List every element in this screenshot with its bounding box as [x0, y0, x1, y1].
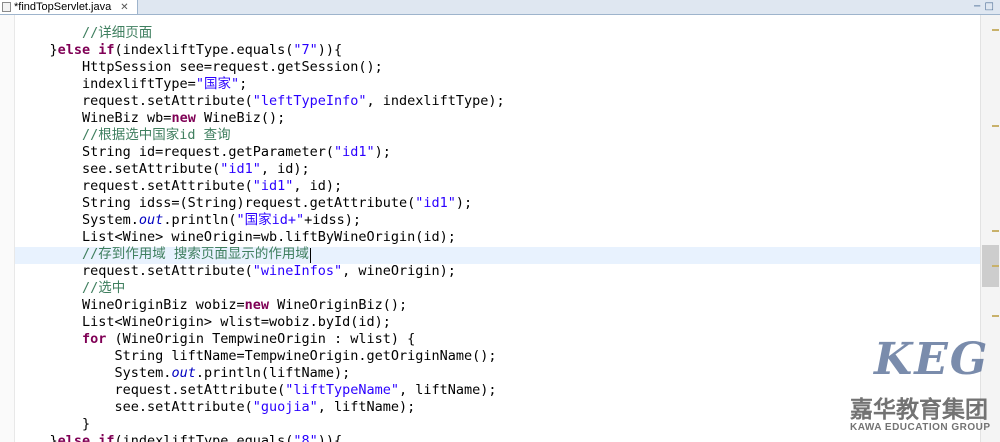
code-token: List<WineOrigin> wlist=wobiz.byId(id);: [17, 314, 391, 330]
keg-logo-mark: KEG: [874, 334, 990, 385]
editor-tab-bar: *findTopServlet.java ✕ − □: [0, 0, 1000, 15]
watermark-logo: KEG 嘉华教育集团 KAWA EDUCATION GROUP: [848, 330, 1000, 442]
code-line[interactable]: }else if(indexliftType.equals("8")){: [15, 432, 980, 442]
code-token: "leftTypeInfo": [252, 93, 367, 109]
code-token: , indexliftType);: [366, 93, 505, 109]
code-token: ;: [239, 76, 248, 92]
code-token: indexliftType=: [17, 76, 196, 92]
code-token: "id1": [220, 161, 261, 177]
code-token: }: [17, 416, 91, 432]
code-line[interactable]: see.setAttribute("guojia", liftName);: [15, 399, 980, 417]
code-token: )){: [317, 42, 343, 58]
code-token: System.: [17, 365, 172, 381]
code-token: "国家id+": [236, 212, 305, 228]
code-token: );: [455, 195, 473, 211]
code-text: }else if(indexliftType.equals("8")){: [17, 432, 343, 442]
code-token: HttpSession see=request.getSession();: [17, 59, 383, 75]
minimize-icon[interactable]: −: [973, 1, 981, 12]
code-token: , liftName);: [317, 399, 416, 415]
code-token: request.setAttribute(: [17, 263, 253, 279]
code-token: for: [82, 331, 107, 347]
code-token: (indexliftType.equals(: [114, 433, 294, 442]
code-token: );: [374, 144, 391, 160]
overview-marker[interactable]: [992, 230, 999, 232]
code-token: )){: [317, 433, 343, 442]
code-token: , id);: [293, 178, 343, 194]
code-token: , wineOrigin);: [342, 263, 456, 279]
code-token: "id1": [252, 178, 294, 194]
code-editor[interactable]: //详细页面 }else if(indexliftType.equals("7"…: [15, 15, 980, 442]
code-token: "id1": [415, 195, 456, 211]
code-token: WineOriginBiz();: [268, 297, 408, 313]
code-token: (WineOrigin TempwineOrigin : wlist) {: [106, 331, 416, 347]
code-token: System.: [17, 212, 139, 228]
code-token: request.setAttribute(: [17, 93, 253, 109]
code-token: request.setAttribute(: [17, 382, 286, 398]
code-token: , liftName);: [399, 382, 497, 398]
logo-english-text: KAWA EDUCATION GROUP: [850, 422, 991, 433]
code-token: WineBiz wb=: [17, 110, 172, 126]
code-line[interactable]: request.setAttribute("wineInfos", wineOr…: [15, 263, 980, 281]
code-token: "7": [293, 42, 318, 58]
code-token: List<Wine> wineOrigin=wb.liftByWineOrigi…: [17, 229, 456, 245]
close-icon[interactable]: ✕: [120, 1, 128, 15]
code-token: out: [138, 212, 164, 228]
code-token: see.setAttribute(: [17, 161, 221, 177]
tab-title: *findTopServlet.java: [14, 1, 112, 13]
code-token: //存到作用域 搜索页面显示的作用域: [17, 246, 309, 262]
code-token: see.setAttribute(: [17, 399, 253, 415]
tab-findtopservlet[interactable]: *findTopServlet.java ✕: [0, 0, 138, 14]
code-token: //根据选中国家id 查询: [17, 127, 231, 143]
code-token: WineBiz();: [195, 110, 286, 126]
code-token: "liftTypeName": [285, 382, 400, 398]
code-token: .println(liftName);: [195, 365, 351, 381]
vertical-ruler: [0, 15, 15, 442]
code-token: "国家": [195, 76, 240, 92]
view-toolbar: − □: [973, 0, 994, 14]
code-token: //选中: [17, 280, 126, 296]
code-token: , id);: [260, 161, 310, 177]
java-file-icon: [2, 2, 11, 12]
code-token: WineOriginBiz wobiz=: [17, 297, 245, 313]
overview-marker[interactable]: [992, 315, 999, 317]
code-token: //详细页面: [17, 25, 153, 41]
code-token: "wineInfos": [252, 263, 343, 279]
code-token: (indexliftType.equals(: [114, 42, 294, 58]
code-token: new: [244, 297, 269, 313]
code-token: else if: [57, 42, 115, 58]
code-token: "guojia": [252, 399, 318, 415]
overview-marker[interactable]: [992, 265, 999, 267]
maximize-icon[interactable]: □: [985, 1, 994, 12]
code-token: "8": [293, 433, 318, 442]
code-token: new: [171, 110, 196, 126]
code-token: .println(: [163, 212, 237, 228]
overview-marker[interactable]: [992, 125, 999, 127]
code-token: }: [17, 42, 58, 58]
code-token: else if: [57, 433, 115, 442]
text-caret: [310, 248, 311, 263]
overview-marker[interactable]: [992, 29, 999, 31]
code-token: }: [17, 433, 58, 442]
code-token: String liftName=TempwineOrigin.getOrigin…: [17, 348, 497, 364]
logo-chinese-text: 嘉华教育集团: [850, 396, 988, 423]
code-token: "id1": [333, 144, 375, 160]
code-token: out: [171, 365, 196, 381]
code-token: +idss);: [304, 212, 362, 228]
code-token: String id=request.getParameter(: [17, 144, 334, 160]
code-token: request.setAttribute(: [17, 178, 253, 194]
code-token: String idss=(String)request.getAttribute…: [17, 195, 416, 211]
